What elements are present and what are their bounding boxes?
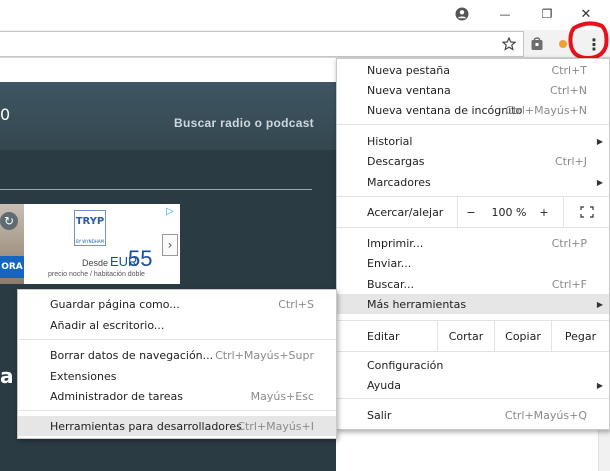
cut-button[interactable]: Cortar (437, 321, 494, 351)
menu-item-bookmarks[interactable]: Marcadores ▶ (337, 172, 609, 192)
profile-button[interactable] (442, 0, 482, 28)
fullscreen-button[interactable] (563, 197, 609, 227)
close-icon: ✕ (580, 6, 592, 22)
zoom-in-button[interactable]: + (533, 197, 555, 227)
radio-search-link[interactable]: Buscar radio o podcast (174, 116, 314, 130)
menu-separator (18, 410, 336, 411)
menu-item-more-tools[interactable]: Más herramientas ▶ (337, 294, 609, 314)
page-divider (0, 189, 312, 190)
ad-price: 55 (128, 246, 153, 271)
menu-item-label: Extensiones (50, 369, 117, 383)
menu-item-shortcut: Ctrl+Mayús+N (505, 103, 587, 117)
title-bar: — ❐ ✕ (0, 0, 610, 30)
vertical-dots-icon: ⋮ (586, 34, 602, 54)
menu-edit-row: Editar Cortar Copiar Pegar (337, 321, 609, 351)
menu-separator (337, 351, 609, 352)
menu-item-send[interactable]: Enviar... (337, 253, 609, 273)
menu-item-shortcut: Ctrl+P (551, 236, 587, 250)
browser-main-menu: Nueva pestaña Ctrl+T Nueva ventana Ctrl+… (336, 58, 610, 430)
menu-item-label: Añadir al escritorio... (50, 318, 165, 332)
chevron-right-icon: › (167, 238, 173, 252)
ad-next-button[interactable]: › (162, 234, 178, 256)
edit-label: Editar (367, 329, 400, 343)
menu-item-developer-tools[interactable]: Herramientas para desarrolladores Ctrl+M… (18, 416, 336, 436)
paste-button[interactable]: Pegar (551, 321, 609, 351)
extension-button-2[interactable] (556, 30, 570, 58)
menu-item-history[interactable]: Historial ▶ (337, 131, 609, 151)
minimize-icon: — (499, 7, 511, 21)
submenu-arrow-icon: ▶ (596, 177, 603, 187)
more-tools-submenu: Guardar página como... Ctrl+S Añadir al … (17, 289, 337, 439)
extension-button-1[interactable] (528, 30, 546, 58)
menu-separator (337, 124, 609, 125)
menu-item-exit[interactable]: Salir Ctrl+Mayús+Q (337, 405, 609, 425)
fullscreen-icon (579, 206, 594, 218)
account-circle-icon (455, 7, 469, 21)
menu-separator (337, 227, 609, 228)
menu-zoom-row: Acercar/alejar − 100 % + (337, 197, 609, 227)
ad-cta-button[interactable]: ORA (0, 256, 24, 278)
restore-button[interactable]: ❐ (527, 0, 567, 28)
menu-item-downloads[interactable]: Descargas Ctrl+J (337, 151, 609, 171)
hotel-logo-subtext: BY WYNDHAM (76, 239, 104, 244)
menu-item-shortcut: Ctrl+S (278, 297, 314, 311)
menu-item-shortcut: Ctrl+N (549, 83, 587, 97)
menu-item-clear-data[interactable]: Borrar datos de navegación... Ctrl+Mayús… (18, 345, 336, 365)
hotel-logo-text: TRYP (75, 216, 105, 227)
menu-item-shortcut: Ctrl+J (554, 154, 587, 168)
menu-item-shortcut: Mayús+Esc (250, 389, 314, 403)
bookmark-star-button[interactable] (500, 30, 518, 58)
menu-item-settings[interactable]: Configuración (337, 355, 609, 375)
menu-separator (337, 398, 609, 399)
browser-toolbar: ⋮ (0, 30, 610, 58)
zoom-level: 100 % (491, 205, 527, 219)
menu-separator (18, 339, 336, 340)
ad-banner[interactable]: ↻ ORA TRYP BY WYNDHAM Desde EUR 55 preci… (0, 204, 180, 284)
menu-item-shortcut: Ctrl+Mayús+Supr (215, 348, 314, 362)
ad-price-note: precio noche / habitación doble (48, 271, 145, 278)
orange-extension-icon (559, 40, 567, 48)
header-number: 0 (0, 105, 11, 124)
menu-item-save-page[interactable]: Guardar página como... Ctrl+S (18, 294, 336, 314)
minimize-button[interactable]: — (485, 0, 525, 28)
bag-extension-icon (531, 37, 543, 50)
submenu-arrow-icon: ▶ (596, 136, 603, 146)
menu-item-label: Marcadores (367, 175, 431, 189)
hotel-logo: TRYP BY WYNDHAM (74, 210, 106, 246)
menu-item-shortcut: Ctrl+Mayús+I (237, 419, 314, 433)
menu-item-shortcut: Ctrl+T (551, 63, 587, 77)
menu-item-label: Ayuda (367, 378, 401, 392)
menu-item-label: Enviar... (367, 256, 412, 270)
menu-item-new-window[interactable]: Nueva ventana Ctrl+N (337, 80, 609, 100)
menu-item-incognito[interactable]: Nueva ventana de incógnito Ctrl+Mayús+N (337, 100, 609, 120)
submenu-arrow-icon: ▶ (596, 299, 603, 309)
address-bar[interactable] (0, 31, 524, 57)
menu-item-print[interactable]: Imprimir... Ctrl+P (337, 233, 609, 253)
ad-price-prefix: Desde (82, 258, 109, 268)
menu-item-shortcut: Ctrl+F (551, 277, 587, 291)
refresh-icon[interactable]: ↻ (0, 212, 18, 230)
menu-item-add-to-desktop[interactable]: Añadir al escritorio... (18, 315, 336, 335)
star-icon (502, 37, 516, 51)
menu-item-help[interactable]: Ayuda ▶ (337, 375, 609, 395)
menu-item-shortcut: Ctrl+Mayús+Q (504, 408, 587, 422)
menu-item-label: Configuración (367, 358, 444, 372)
page-header: 0 Buscar radio o podcast (0, 82, 336, 150)
zoom-label: Acercar/alejar (367, 205, 444, 219)
submenu-arrow-icon: ▶ (596, 380, 603, 390)
zoom-out-button[interactable]: − (457, 197, 485, 227)
menu-item-extensions[interactable]: Extensiones (18, 366, 336, 386)
browser-menu-button[interactable]: ⋮ (582, 30, 606, 58)
menu-item-label: Más herramientas (367, 297, 467, 311)
menu-item-label: Historial (367, 134, 413, 148)
partial-heading-text: a (0, 364, 14, 388)
menu-item-new-tab[interactable]: Nueva pestaña Ctrl+T (337, 60, 609, 80)
copy-button[interactable]: Copiar (494, 321, 551, 351)
menu-item-task-manager[interactable]: Administrador de tareas Mayús+Esc (18, 386, 336, 406)
restore-icon: ❐ (541, 7, 553, 21)
menu-item-find[interactable]: Buscar... Ctrl+F (337, 274, 609, 294)
close-window-button[interactable]: ✕ (566, 0, 606, 28)
ad-choices-icon[interactable]: ▷ (166, 206, 178, 218)
